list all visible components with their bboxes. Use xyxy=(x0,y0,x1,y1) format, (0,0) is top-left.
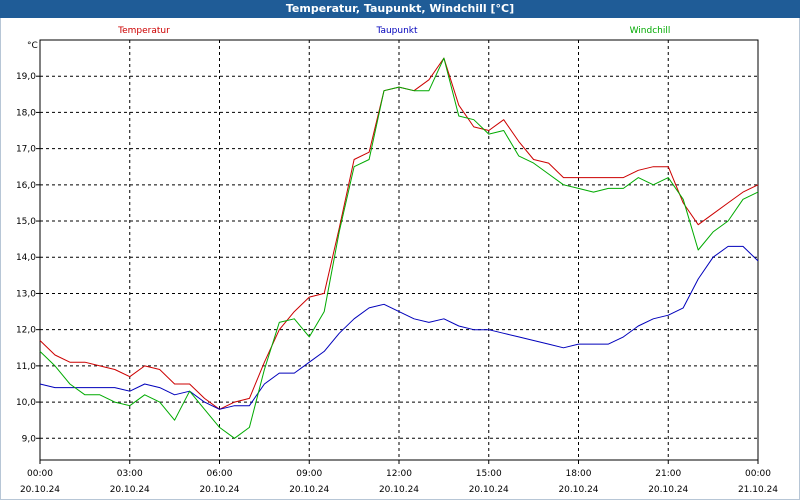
x-tick-date: 20.10.24 xyxy=(648,485,688,495)
x-tick-time: 15:00 xyxy=(476,469,502,479)
x-tick-date: 20.10.24 xyxy=(20,485,60,495)
x-tick-date: 20.10.24 xyxy=(289,485,329,495)
y-tick-label: 9,0 xyxy=(22,434,37,444)
y-tick-label: 17,0 xyxy=(16,145,36,155)
y-tick-label: 16,0 xyxy=(16,181,36,191)
x-tick-time: 18:00 xyxy=(566,469,592,479)
tick-labels: 9,0 10,0 11,0 12,0 13,0 14,0 15,0 16,0 17,0 18,0 1… xyxy=(16,72,778,495)
x-tick-date: 20.10.24 xyxy=(469,485,509,495)
x-tick-time: 09:00 xyxy=(296,469,322,479)
x-tick-date: 20.10.24 xyxy=(110,485,150,495)
y-axis-unit: °C xyxy=(27,41,38,51)
y-tick-label: 13,0 xyxy=(16,289,36,299)
x-tick-date: 20.10.24 xyxy=(558,485,598,495)
legend-item-taupunkt: Taupunkt xyxy=(375,26,418,36)
x-tick-time: 12:00 xyxy=(386,469,412,479)
y-tick-label: 14,0 xyxy=(16,253,36,263)
y-tick-label: 10,0 xyxy=(16,398,36,408)
y-tick-label: 15,0 xyxy=(16,217,36,227)
series-line-windchill xyxy=(39,57,759,439)
line-chart: 9,0 10,0 11,0 12,0 13,0 14,0 15,0 16,0 17,0 18,0 1… xyxy=(16,26,778,495)
y-tick-label: 18,0 xyxy=(16,108,36,118)
x-tick-date: 20.10.24 xyxy=(379,485,419,495)
x-tick-time: 21:00 xyxy=(655,469,681,479)
series-lines xyxy=(39,57,759,439)
legend-item-windchill: Windchill xyxy=(630,26,671,36)
grid xyxy=(36,40,759,464)
x-tick-time: 03:00 xyxy=(117,469,143,479)
y-tick-label: 12,0 xyxy=(16,326,36,336)
x-tick-time: 00:00 xyxy=(745,469,771,479)
y-tick-label: 11,0 xyxy=(16,362,36,372)
y-tick-label: 19,0 xyxy=(16,72,36,82)
legend: Temperatur Taupunkt Windchill xyxy=(117,26,670,36)
x-tick-time: 00:00 xyxy=(27,469,53,479)
x-tick-date: 20.10.24 xyxy=(199,485,239,495)
legend-item-temperatur: Temperatur xyxy=(117,26,170,36)
x-tick-date: 21.10.24 xyxy=(738,485,778,495)
x-tick-time: 06:00 xyxy=(207,469,233,479)
